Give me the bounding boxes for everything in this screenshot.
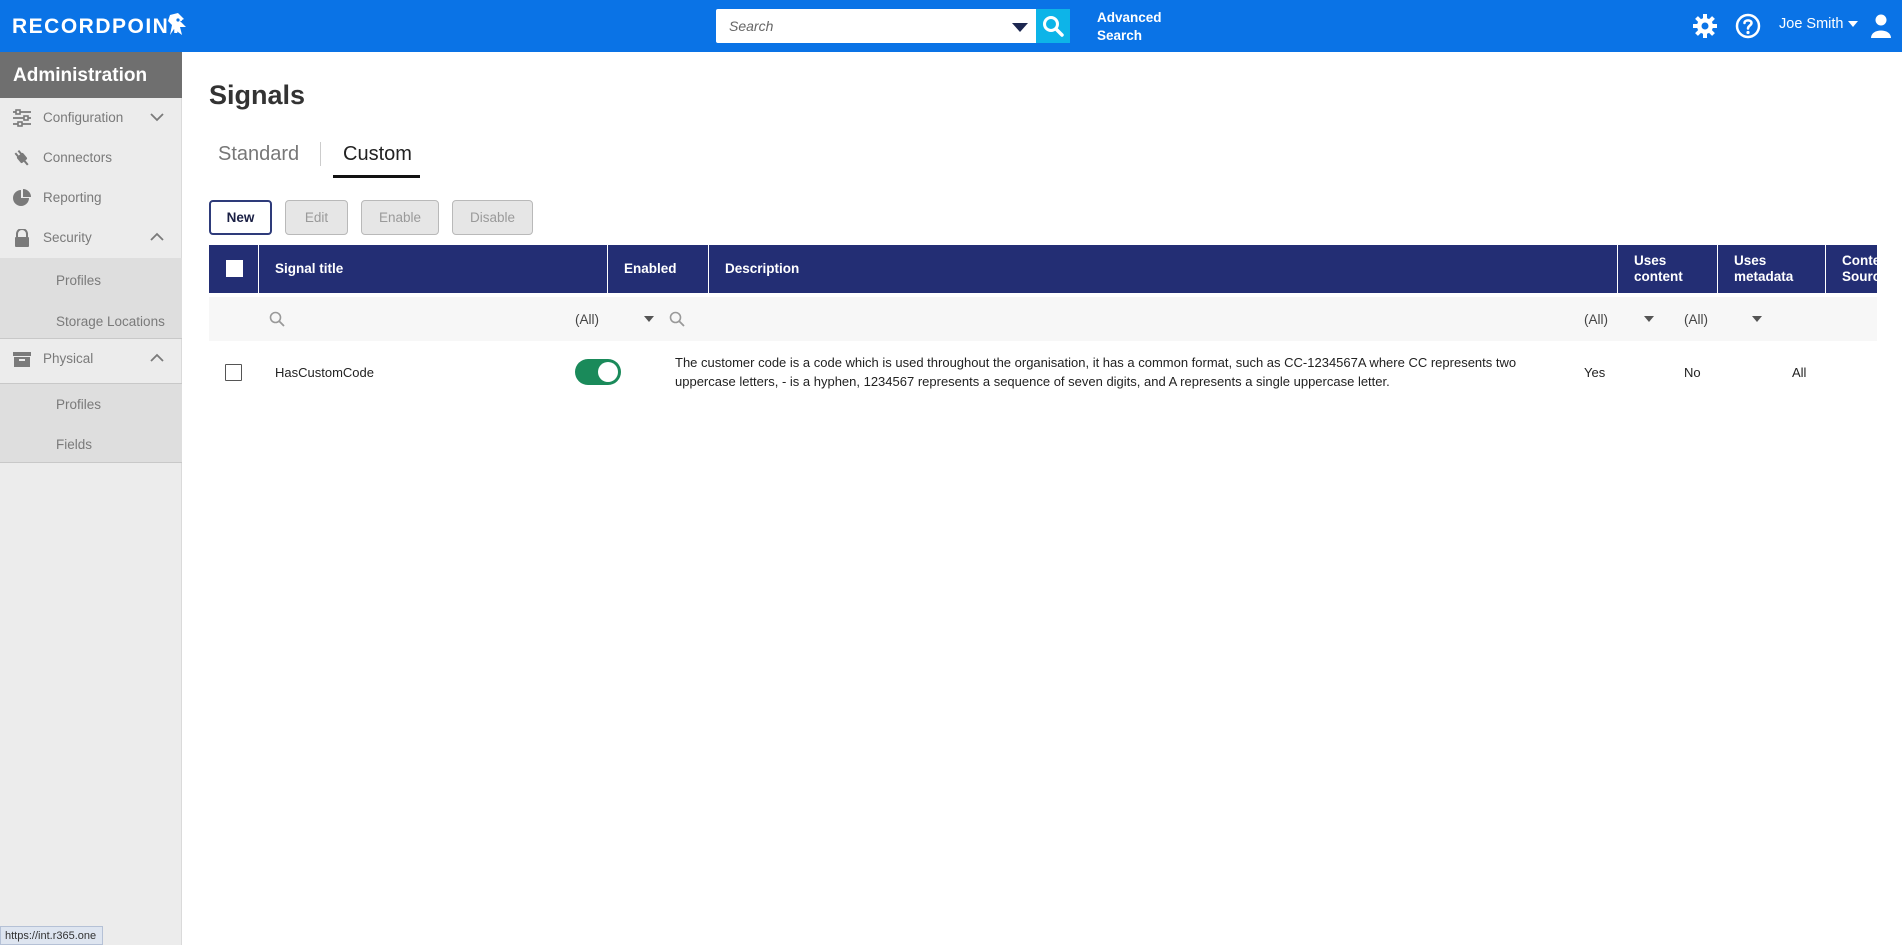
search-scope-dropdown-icon[interactable] bbox=[1008, 19, 1032, 35]
sidebar: Administration Configuration Connectors … bbox=[0, 52, 182, 945]
chevron-down-icon bbox=[644, 316, 654, 322]
uses-metadata-cell: No bbox=[1684, 364, 1701, 380]
search-icon bbox=[669, 311, 685, 327]
enabled-filter-select[interactable]: (All) bbox=[575, 297, 665, 341]
description-filter[interactable] bbox=[669, 297, 685, 341]
sidebar-item-configuration[interactable]: Configuration bbox=[0, 98, 182, 138]
signal-title-cell: HasCustomCode bbox=[275, 364, 374, 380]
help-icon[interactable] bbox=[1735, 13, 1761, 39]
plug-icon bbox=[14, 149, 29, 166]
sidebar-subitem-security-profiles[interactable]: Profiles bbox=[56, 273, 101, 288]
logo-mark-icon bbox=[168, 13, 186, 35]
column-header-enabled[interactable]: Enabled bbox=[607, 245, 708, 293]
sliders-icon bbox=[13, 109, 31, 127]
description-text: The customer code is a code which is use… bbox=[675, 355, 1517, 389]
sidebar-item-label: Physical bbox=[43, 351, 94, 366]
security-submenu: Profiles Storage Locations bbox=[0, 258, 182, 339]
column-header-signal-title[interactable]: Signal title bbox=[258, 245, 607, 293]
uses-content-filter-value: (All) bbox=[1584, 311, 1608, 327]
select-all-cell bbox=[209, 245, 258, 293]
sidebar-subitem-fields[interactable]: Fields bbox=[56, 437, 92, 452]
enabled-cell bbox=[575, 345, 621, 399]
disable-button[interactable]: Disable bbox=[452, 200, 533, 235]
search-box bbox=[716, 9, 1038, 43]
column-header-description[interactable]: Description bbox=[708, 245, 1617, 293]
title-filter[interactable] bbox=[269, 297, 285, 341]
enabled-filter-value: (All) bbox=[575, 311, 599, 327]
active-tab-indicator bbox=[333, 175, 420, 178]
edit-button[interactable]: Edit bbox=[285, 200, 348, 235]
table-header: Signal title Enabled Description Uses co… bbox=[209, 245, 1893, 293]
gear-icon[interactable] bbox=[1692, 13, 1718, 39]
sidebar-item-security[interactable]: Security bbox=[0, 218, 182, 258]
sidebar-subitem-storage-locations[interactable]: Storage Locations bbox=[56, 314, 165, 329]
tab-divider bbox=[320, 142, 321, 166]
chevron-up-icon bbox=[150, 353, 164, 362]
advanced-search-link[interactable]: Advanced Search bbox=[1097, 9, 1177, 45]
sidebar-item-physical[interactable]: Physical bbox=[0, 339, 182, 379]
sidebar-item-label: Reporting bbox=[43, 190, 102, 205]
search-input[interactable] bbox=[716, 9, 1006, 43]
column-header-content-source[interactable]: Content Source bbox=[1825, 245, 1902, 293]
content-source-cell: All bbox=[1792, 364, 1807, 380]
page-title: Signals bbox=[209, 80, 306, 110]
sidebar-subitem-physical-profiles[interactable]: Profiles bbox=[56, 397, 101, 412]
chevron-down-icon bbox=[150, 113, 164, 122]
physical-submenu: Profiles Fields bbox=[0, 383, 182, 463]
sidebar-item-reporting[interactable]: Reporting bbox=[0, 178, 182, 218]
uses-metadata-filter-value: (All) bbox=[1684, 311, 1708, 327]
lock-icon bbox=[15, 229, 29, 247]
row-select-cell bbox=[225, 345, 242, 399]
status-url-tooltip: https://int.r365.one bbox=[0, 926, 104, 945]
uses-content-filter-select[interactable]: (All) bbox=[1584, 297, 1674, 341]
sidebar-item-label: Connectors bbox=[43, 150, 113, 165]
column-header-uses-content[interactable]: Uses content bbox=[1617, 245, 1717, 293]
logo[interactable]: RECORDPOINT bbox=[12, 15, 184, 39]
new-button[interactable]: New bbox=[209, 200, 272, 235]
enabled-toggle[interactable] bbox=[575, 359, 621, 385]
top-bar: RECORDPOINT Advanced Search bbox=[0, 0, 1902, 52]
chevron-down-icon bbox=[1752, 316, 1762, 322]
search-button[interactable] bbox=[1036, 9, 1070, 43]
search-icon bbox=[269, 311, 285, 327]
sidebar-item-label: Configuration bbox=[43, 110, 124, 125]
row-checkbox[interactable] bbox=[225, 363, 242, 381]
chevron-down-icon bbox=[1644, 316, 1654, 322]
filter-row: (All) (All) (All) bbox=[209, 297, 1877, 341]
tab-custom[interactable]: Custom bbox=[343, 143, 412, 166]
pie-chart-icon bbox=[13, 189, 31, 206]
sidebar-item-label: Security bbox=[43, 230, 92, 245]
tab-standard[interactable]: Standard bbox=[218, 143, 299, 166]
sidebar-title: Administration bbox=[0, 52, 182, 98]
user-menu[interactable]: Joe Smith bbox=[1779, 16, 1843, 32]
toggle-knob bbox=[598, 362, 618, 382]
sidebar-item-connectors[interactable]: Connectors bbox=[0, 138, 182, 178]
table-row[interactable]: HasCustomCode The customer code is a cod… bbox=[209, 345, 1877, 399]
search-icon bbox=[1043, 16, 1064, 37]
uses-metadata-filter-select[interactable]: (All) bbox=[1684, 297, 1774, 341]
uses-content-cell: Yes bbox=[1584, 364, 1606, 380]
select-all-checkbox[interactable] bbox=[226, 260, 243, 277]
box-icon bbox=[13, 352, 31, 367]
user-avatar-icon[interactable] bbox=[1870, 13, 1892, 39]
enable-button[interactable]: Enable bbox=[361, 200, 439, 235]
chevron-down-icon[interactable] bbox=[1847, 20, 1859, 28]
description-cell: The customer code is a code which is use… bbox=[675, 345, 1555, 399]
chevron-up-icon bbox=[150, 232, 164, 241]
column-header-uses-metadata[interactable]: Uses metadata bbox=[1717, 245, 1825, 293]
